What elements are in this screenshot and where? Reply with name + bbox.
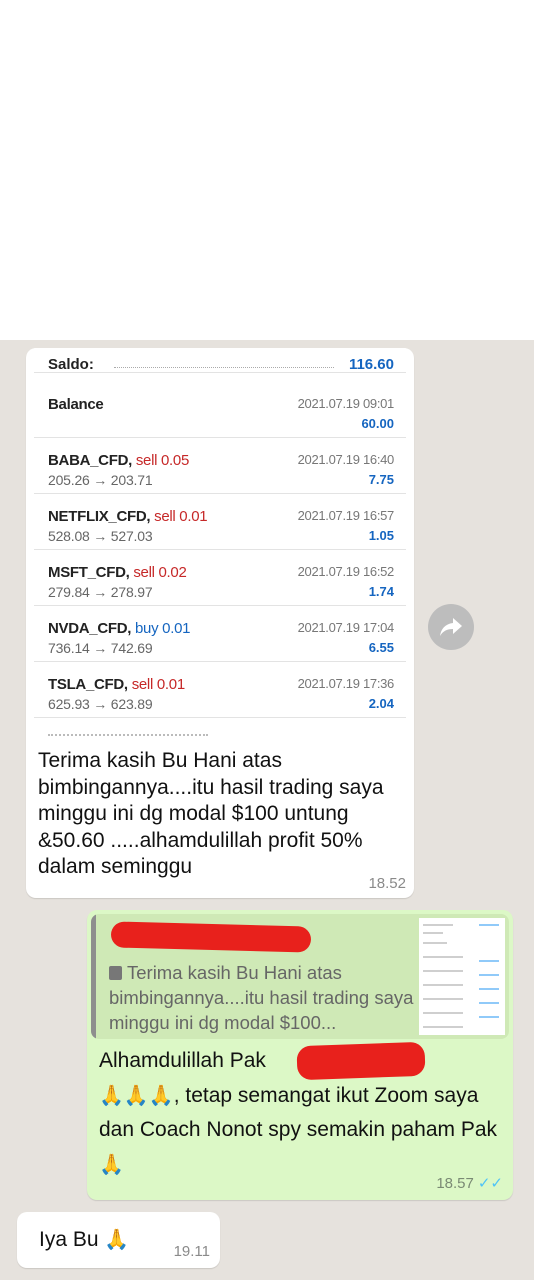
quote-bar <box>91 914 96 1039</box>
quoted-message[interactable]: Terima kasih Bu Hani atas bimbingannya..… <box>91 914 509 1039</box>
redaction-mark <box>296 1041 426 1081</box>
trade-side: sell 0.01 <box>131 676 185 693</box>
trade-prices: 279.84 → 278.97 <box>48 584 153 600</box>
trade-symbol: NETFLIX_CFD, sell 0.01 <box>48 508 208 525</box>
outgoing-text-line1: Alhamdulillah Pak <box>99 1049 266 1072</box>
outgoing-message-bubble[interactable]: Terima kasih Bu Hani atas bimbingannya..… <box>87 910 513 1200</box>
trade-side: sell 0.02 <box>133 564 187 581</box>
trade-timestamp: 2021.07.19 09:01 <box>297 396 395 411</box>
double-check-icon: ✓✓ <box>477 1175 503 1192</box>
forward-icon <box>440 618 462 636</box>
pray-emoji: 🙏 <box>104 1229 130 1251</box>
trade-profit: 7.75 <box>368 472 394 487</box>
trade-row: BABA_CFD, sell 0.05 205.26 → 203.71 2021… <box>34 438 406 494</box>
redaction-mark <box>110 921 312 953</box>
trade-row: MSFT_CFD, sell 0.02 279.84 → 278.97 2021… <box>34 550 406 606</box>
incoming-message-text: Terima kasih Bu Hani atas bimbingannya..… <box>38 749 384 878</box>
trade-symbol-text: NETFLIX_CFD, <box>48 508 151 525</box>
trade-timestamp: 2021.07.19 16:52 <box>297 564 395 579</box>
trade-side: sell 0.01 <box>154 508 208 525</box>
reply-text: Iya Bu <box>39 1228 99 1251</box>
message-time: 18.52 <box>368 875 406 892</box>
trading-history-screenshot[interactable]: Saldo: 116.60 Balance 2021.07.19 09:01 6… <box>34 348 406 743</box>
trade-prices: 528.08 → 527.03 <box>48 528 153 544</box>
trade-profit: 1.05 <box>368 528 394 543</box>
trade-symbol-text: BABA_CFD, <box>48 452 132 469</box>
trade-prices: 205.26 → 203.71 <box>48 472 153 488</box>
trade-profit: 2.04 <box>368 696 394 711</box>
saldo-label: Saldo: <box>48 356 94 373</box>
forward-button[interactable] <box>428 604 474 650</box>
trade-symbol: MSFT_CFD, sell 0.02 <box>48 564 187 581</box>
trade-symbol: TSLA_CFD, sell 0.01 <box>48 676 185 693</box>
trade-symbol: BABA_CFD, sell 0.05 <box>48 452 189 469</box>
trade-side: sell 0.05 <box>135 452 190 469</box>
trade-prices: 736.14 → 742.69 <box>48 640 153 656</box>
trade-symbol: Balance <box>48 396 104 413</box>
trade-side: buy 0.01 <box>135 620 191 637</box>
trade-timestamp: 2021.07.19 17:36 <box>297 676 395 691</box>
trade-symbol-text: MSFT_CFD, <box>48 564 130 581</box>
quoted-text-body: Terima kasih Bu Hani atas bimbingannya..… <box>109 962 414 1033</box>
document-icon <box>109 966 122 980</box>
trade-profit: 6.55 <box>368 640 394 655</box>
cropped-row-edge <box>48 734 208 740</box>
quote-thumbnail <box>419 918 505 1035</box>
trade-prices: 625.93 → 623.89 <box>48 696 153 712</box>
message-time: 19.11 <box>173 1243 210 1260</box>
trade-row: NETFLIX_CFD, sell 0.01 528.08 → 527.03 2… <box>34 494 406 550</box>
trade-timestamp: 2021.07.19 16:40 <box>297 452 395 467</box>
trade-timestamp: 2021.07.19 16:57 <box>297 508 395 523</box>
incoming-message-bubble[interactable]: Saldo: 116.60 Balance 2021.07.19 09:01 6… <box>26 348 414 898</box>
trade-symbol-text: NVDA_CFD, <box>48 620 132 637</box>
message-time: 18.57 ✓✓ <box>436 1174 503 1192</box>
trade-row: NVDA_CFD, buy 0.01 736.14 → 742.69 2021.… <box>34 606 406 662</box>
trade-row: Balance 2021.07.19 09:01 60.00 <box>34 382 406 438</box>
trade-profit: 60.00 <box>361 416 394 431</box>
trade-symbol-text: TSLA_CFD, <box>48 676 128 693</box>
trade-profit: 1.74 <box>368 584 394 599</box>
trade-row: TSLA_CFD, sell 0.01 625.93 → 623.89 2021… <box>34 662 406 718</box>
time-text: 18.57 <box>436 1175 474 1192</box>
pray-emoji-end: 🙏 <box>99 1153 124 1176</box>
saldo-dots <box>114 367 334 368</box>
trade-timestamp: 2021.07.19 17:04 <box>297 620 395 635</box>
reply-message-bubble[interactable]: Iya Bu 🙏 19.11 <box>17 1212 220 1268</box>
saldo-row: Saldo: 116.60 <box>34 348 406 373</box>
pray-emoji: 🙏🙏🙏 <box>99 1084 174 1107</box>
saldo-value: 116.60 <box>348 356 394 373</box>
quoted-text: Terima kasih Bu Hani atas bimbingannya..… <box>109 960 421 1035</box>
trade-symbol: NVDA_CFD, buy 0.01 <box>48 620 190 637</box>
reply-message-text: Iya Bu 🙏 <box>39 1227 129 1252</box>
